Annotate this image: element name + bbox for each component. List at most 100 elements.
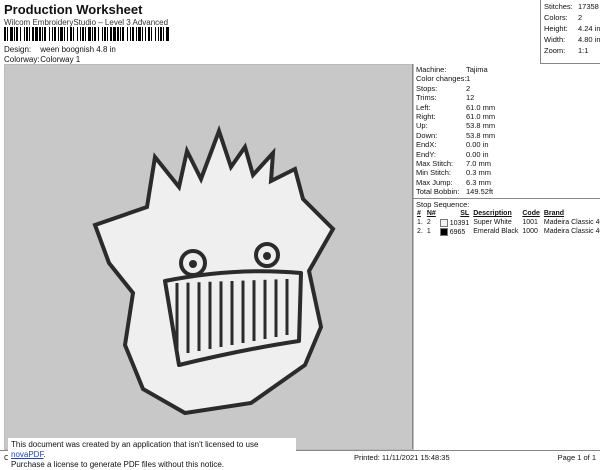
printed-timestamp: Printed: 11/11/2021 15:48:35	[354, 453, 450, 462]
needle-number: 2	[426, 219, 431, 226]
boognish-design	[92, 125, 336, 416]
barcode-bar	[158, 27, 159, 41]
barcode-bar	[107, 27, 108, 41]
page-number: Page 1 of 1	[557, 453, 596, 462]
spec-row: Trims: 12	[416, 93, 474, 102]
stop-sequence-table: # N# SL Description Code Brand 1. 2 1039…	[415, 209, 600, 236]
column-header: N#	[426, 210, 436, 217]
description-cell: Emerald Black	[473, 228, 519, 235]
spec-row: Right: 61.0 mm	[416, 112, 495, 121]
novapdf-link[interactable]: novaPDF	[11, 450, 43, 459]
barcode-bar	[122, 27, 124, 41]
column-header: Brand	[543, 210, 565, 217]
barcode-bar	[67, 27, 68, 41]
code-cell: 1000	[522, 228, 538, 235]
summary-row: Stitches: 17358	[544, 2, 599, 11]
spec-value: 1	[466, 74, 471, 84]
summary-label: Stitches:	[544, 2, 573, 11]
table-row: 1. 2 10391 Super White 1001 Madeira Clas…	[415, 218, 600, 227]
spec-row: Up: 53.8 mm	[416, 121, 495, 131]
spec-row: EndY: 0.00 in	[416, 150, 489, 159]
barcode-bar	[155, 27, 156, 41]
design-label: Design:	[4, 45, 32, 54]
spec-value: 0.00 in	[466, 149, 489, 159]
barcode-bar	[136, 27, 137, 41]
brand-cell: Madeira Classic 40	[543, 228, 600, 235]
barcode-bar	[104, 27, 106, 41]
barcode-bar	[92, 27, 93, 41]
spec-row: EndX: 0.00 in	[416, 140, 489, 149]
summary-value: 17358	[578, 2, 599, 11]
spec-row: Max Stitch: 7.0 mm	[416, 159, 491, 168]
barcode-bar	[85, 27, 86, 41]
summary-label: Width:	[544, 35, 566, 44]
summary-value: 4.24 in	[578, 24, 600, 33]
sl-cell: 6965	[438, 227, 471, 236]
barcode-bar	[16, 27, 18, 41]
summary-row: Width: 4.80 in	[544, 35, 600, 44]
colorway-row: Colorway: Colorway 1	[4, 55, 80, 64]
spec-row: Max Jump: 6.3 mm	[416, 178, 491, 187]
summary-label: Height:	[544, 24, 568, 33]
stop-number: 1.	[417, 219, 423, 226]
spec-row: Stops: 2	[416, 84, 470, 93]
software-subtitle: Wilcom EmbroideryStudio – Level 3 Advanc…	[4, 18, 169, 27]
barcode-bar	[10, 27, 13, 41]
barcode-bar	[113, 27, 116, 41]
barcode-bar	[58, 27, 59, 41]
column-header: Code	[522, 210, 540, 217]
sl-cell: 10391	[438, 218, 471, 227]
barcode-bar	[166, 27, 169, 41]
summary-row: Zoom: 1:1	[544, 46, 588, 55]
spec-value: 53.8 mm	[466, 130, 496, 140]
barcode-bar	[138, 27, 141, 41]
barcode-bar	[148, 27, 150, 41]
right-pupil	[263, 252, 271, 260]
stop-sequence-panel: Stop Sequence: # N# SL Description Code …	[412, 198, 600, 449]
barcode-bar	[117, 27, 119, 41]
barcode-bar	[4, 27, 6, 41]
spec-row: Total Bobbin: 149.52ft	[416, 187, 493, 197]
spec-value: 149.52ft	[466, 187, 494, 197]
barcode-bar	[60, 27, 63, 41]
barcode-bar	[44, 27, 46, 41]
barcode-bar	[35, 27, 38, 41]
table-row: 2. 1 6965 Emerald Black 1000 Madeira Cla…	[415, 227, 600, 236]
spec-value: 53.8 mm	[466, 121, 496, 131]
design-row: Design: ween boognish 4.8 in	[4, 45, 116, 54]
barcode-bar	[32, 27, 34, 41]
column-header: #	[417, 210, 421, 217]
spec-value: 0.3 mm	[466, 168, 492, 178]
summary-value: 4.80 in	[578, 35, 600, 44]
barcode-bar	[160, 27, 162, 41]
design-value: ween boognish 4.8 in	[40, 45, 116, 54]
notice-text: This document was created by an applicat…	[11, 440, 259, 449]
spec-value: 12	[466, 93, 475, 103]
spec-value: 61.0 mm	[466, 102, 496, 112]
spec-label: Down:	[416, 130, 438, 140]
barcode-bar	[82, 27, 84, 41]
column-header: SL	[460, 210, 470, 217]
summary-value: 1:1	[578, 46, 589, 55]
barcode-bar	[39, 27, 41, 41]
table-header-row: # N# SL Description Code Brand	[415, 209, 600, 218]
brand-cell: Madeira Classic 40	[543, 219, 600, 226]
spec-label: Up:	[416, 121, 428, 131]
needle-number: 1	[426, 228, 431, 235]
left-pupil	[189, 260, 197, 268]
barcode-bar	[73, 27, 74, 41]
summary-row: Height: 4.24 in	[544, 24, 600, 33]
barcode-bar	[42, 27, 43, 41]
page-title: Production Worksheet	[4, 2, 143, 17]
spec-label: Total Bobbin:	[416, 187, 460, 197]
summary-label: Colors:	[544, 13, 568, 22]
barcode-bar	[70, 27, 72, 41]
barcode-bar	[64, 27, 65, 41]
spec-value: 0.00 in	[466, 140, 489, 150]
barcode-bar	[151, 27, 152, 41]
barcode-bar	[132, 27, 134, 41]
barcode-bar	[80, 27, 81, 41]
spec-row: Min Stitch: 0.3 mm	[416, 168, 491, 177]
design-preview	[4, 64, 414, 450]
color-swatch	[439, 218, 448, 227]
